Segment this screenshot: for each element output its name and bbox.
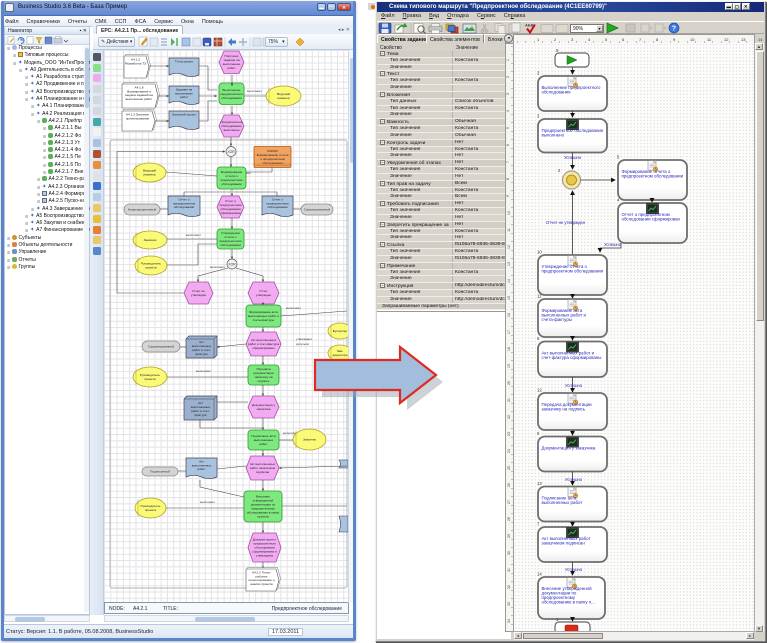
svg-text:5: 5 bbox=[537, 336, 540, 341]
svg-text:Успешно: Успешно bbox=[565, 567, 583, 572]
svg-text:14: 14 bbox=[537, 572, 542, 577]
svg-text:Успешно: Успешно bbox=[604, 242, 622, 247]
svg-text:12: 12 bbox=[537, 388, 542, 393]
svg-text:3: 3 bbox=[537, 114, 540, 119]
svg-text:выполненных работ: выполненных работ bbox=[542, 500, 583, 505]
svg-text:7: 7 bbox=[537, 522, 540, 527]
svg-text:заказчику на подпись: заказчику на подпись bbox=[542, 406, 586, 411]
svg-text:Успешно: Успешно bbox=[565, 477, 583, 482]
svg-text:обследованию в папку п...: обследованию в папку п... bbox=[542, 599, 595, 604]
svg-text:Отчет не утвержден: Отчет не утвержден bbox=[546, 220, 586, 225]
svg-text:10: 10 bbox=[537, 250, 542, 255]
svg-text:Документация у заказчика: Документация у заказчика bbox=[542, 445, 596, 450]
svg-text:обследовании сформирован: обследовании сформирован bbox=[622, 216, 681, 221]
svg-text:6: 6 bbox=[537, 431, 540, 436]
svg-text:обследования: обследования bbox=[542, 89, 572, 94]
svg-text:11: 11 bbox=[537, 294, 542, 299]
svg-text:?: ? bbox=[672, 25, 676, 32]
svg-text:2: 2 bbox=[558, 168, 561, 173]
svg-text:Успешно: Успешно bbox=[565, 383, 583, 388]
svg-text:13: 13 bbox=[537, 481, 542, 486]
svg-text:выполнено: выполнено bbox=[542, 132, 565, 137]
svg-text:заказчиком подписан: заказчиком подписан bbox=[542, 540, 586, 545]
svg-text:счета-фактуры: счета-фактуры bbox=[542, 317, 572, 322]
svg-text:предпроектном обследовании: предпроектном обследовании bbox=[542, 268, 604, 273]
svg-text:предпроектном обследовании: предпроектном обследовании bbox=[622, 173, 684, 178]
svg-text:3: 3 bbox=[537, 71, 540, 76]
svg-text:Успешно: Успешно bbox=[564, 155, 582, 160]
svg-text:5: 5 bbox=[617, 155, 620, 160]
svg-text:9: 9 bbox=[556, 48, 559, 53]
svg-text:счет-фактура сформированы: счет-фактура сформированы bbox=[542, 355, 602, 360]
